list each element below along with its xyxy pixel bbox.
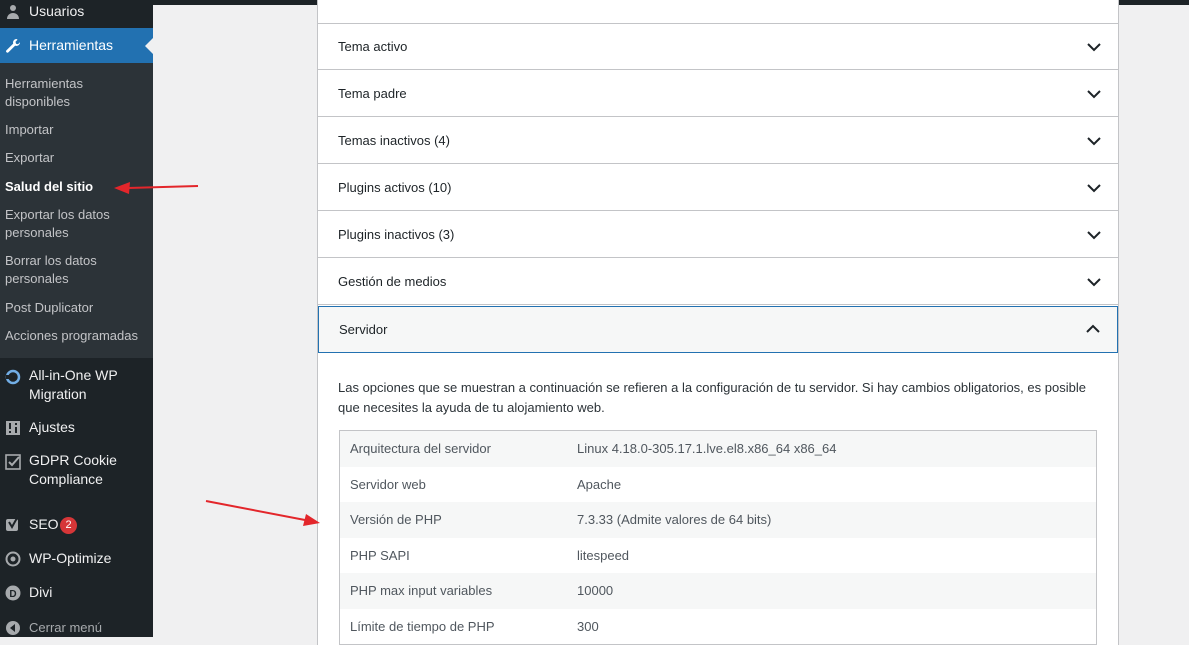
chevron-down-icon (1087, 137, 1101, 146)
table-row: Servidor web Apache (340, 467, 1097, 503)
sidebar-item-settings[interactable]: Ajustes (0, 418, 153, 438)
accordion-row-directories[interactable] (318, 0, 1118, 24)
sidebar-item-label: Cerrar menú (29, 620, 102, 635)
accordion-row-media-handling[interactable]: Gestión de medios (318, 259, 1118, 305)
server-info-value: Linux 4.18.0-305.17.1.lve.el8.x86_64 x86… (577, 441, 837, 457)
accordion-row-inactive-plugins[interactable]: Plugins inactivos (3) (318, 212, 1118, 258)
submenu-item-export[interactable]: Exportar (5, 149, 150, 167)
notification-badge: 2 (60, 517, 77, 534)
server-info-key: PHP SAPI (350, 547, 410, 563)
sidebar-item-label: GDPR Cookie Compliance (29, 452, 117, 487)
optimize-icon (4, 550, 22, 568)
accordion-label: Temas inactivos (4) (338, 133, 450, 148)
chevron-down-icon (1087, 184, 1101, 193)
accordion-row-parent-theme[interactable]: Tema padre (318, 71, 1118, 117)
submenu-item-post-duplicator[interactable]: Post Duplicator (5, 299, 150, 317)
sidebar-item-seo[interactable]: SEO 2 (0, 515, 153, 535)
accordion-label: Tema padre (338, 86, 407, 101)
admin-sidebar: Usuarios Herramientas Herramientas dispo… (0, 0, 153, 637)
sidebar-item-label: Usuarios (29, 3, 85, 19)
server-info-value: 10000 (577, 583, 614, 599)
sidebar-item-label: SEO (29, 516, 59, 532)
chevron-down-icon (1087, 278, 1101, 287)
sidebar-item-label: WP-Optimize (29, 550, 112, 566)
table-row: PHP SAPI litespeed (340, 538, 1097, 574)
submenu-item-erase-personal-data[interactable]: Borrar los datos personales (5, 252, 150, 288)
checkbox-icon (4, 453, 22, 471)
migration-icon (4, 368, 22, 386)
accordion-label: Plugins inactivos (3) (338, 227, 455, 242)
server-info-key: Arquitectura del servidor (350, 441, 491, 457)
sliders-icon (4, 419, 22, 437)
sidebar-item-label: Divi (29, 584, 53, 600)
sidebar-item-label: Ajustes (29, 419, 75, 435)
sidebar-item-wp-optimize[interactable]: WP-Optimize (0, 549, 153, 569)
table-row: Arquitectura del servidor Linux 4.18.0-3… (339, 430, 1097, 467)
sidebar-item-tools[interactable]: Herramientas (0, 28, 153, 63)
accordion-label: Servidor (339, 322, 388, 337)
site-health-info-panel: Tema activo Tema padre Temas inactivos (… (317, 0, 1119, 645)
server-info-key: Servidor web (350, 476, 426, 492)
sidebar-item-gdpr[interactable]: GDPR Cookie Compliance (0, 451, 153, 491)
submenu-item-scheduled-actions[interactable]: Acciones programadas (5, 327, 150, 345)
table-row: Límite de tiempo de PHP 300 (340, 609, 1097, 645)
server-info-value: Apache (577, 476, 622, 492)
server-info-key: Versión de PHP (350, 512, 442, 528)
server-info-value: 7.3.33 (Admite valores de 64 bits) (577, 512, 772, 528)
chevron-down-icon (1087, 43, 1101, 52)
sidebar-item-divi[interactable]: D Divi (0, 583, 153, 603)
annotation-arrow-php-version (205, 500, 320, 526)
collapse-icon (4, 619, 22, 637)
sidebar-item-users[interactable]: Usuarios (0, 0, 153, 24)
yoast-icon (4, 516, 22, 534)
chevron-up-icon (1086, 324, 1100, 333)
chevron-down-icon (1087, 90, 1101, 99)
accordion-label: Gestión de medios (338, 274, 447, 289)
accordion-row-inactive-themes[interactable]: Temas inactivos (4) (318, 118, 1118, 164)
sidebar-item-label: Herramientas (29, 37, 114, 53)
submenu-item-import[interactable]: Importar (5, 121, 150, 139)
server-info-table: Arquitectura del servidor Linux 4.18.0-3… (339, 430, 1097, 645)
tools-submenu: Herramientas disponibles Importar Export… (0, 63, 153, 358)
server-info-key: Límite de tiempo de PHP (350, 618, 495, 634)
sidebar-item-label: All-in-One WP Migration (29, 367, 118, 402)
server-info-key: PHP max input variables (350, 583, 493, 599)
submenu-item-export-personal-data[interactable]: Exportar los datos personales (5, 206, 150, 242)
accordion-row-server[interactable]: Servidor (318, 306, 1118, 353)
table-row: PHP max input variables 10000 (339, 573, 1097, 609)
accordion-label: Plugins activos (10) (338, 180, 452, 195)
wrench-icon (4, 37, 22, 55)
server-info-value: 300 (577, 618, 599, 634)
sidebar-item-migration[interactable]: All-in-One WP Migration (0, 366, 153, 406)
divi-icon: D (4, 584, 22, 602)
svg-text:D: D (9, 589, 16, 600)
current-menu-arrow (145, 37, 153, 54)
collapse-menu-button[interactable]: Cerrar menú (0, 618, 153, 638)
users-icon (4, 3, 22, 21)
submenu-item-available-tools[interactable]: Herramientas disponibles (5, 75, 150, 111)
chevron-down-icon (1087, 231, 1101, 240)
server-info-value: litespeed (577, 547, 630, 563)
submenu-item-site-health[interactable]: Salud del sitio (5, 178, 150, 196)
accordion-row-active-plugins[interactable]: Plugins activos (10) (318, 165, 1118, 211)
server-section-description: Las opciones que se muestran a continuac… (338, 380, 1086, 415)
accordion-label: Tema activo (338, 39, 408, 54)
accordion-row-active-theme[interactable]: Tema activo (318, 24, 1118, 70)
table-row: Versión de PHP 7.3.33 (Admite valores de… (339, 502, 1097, 538)
